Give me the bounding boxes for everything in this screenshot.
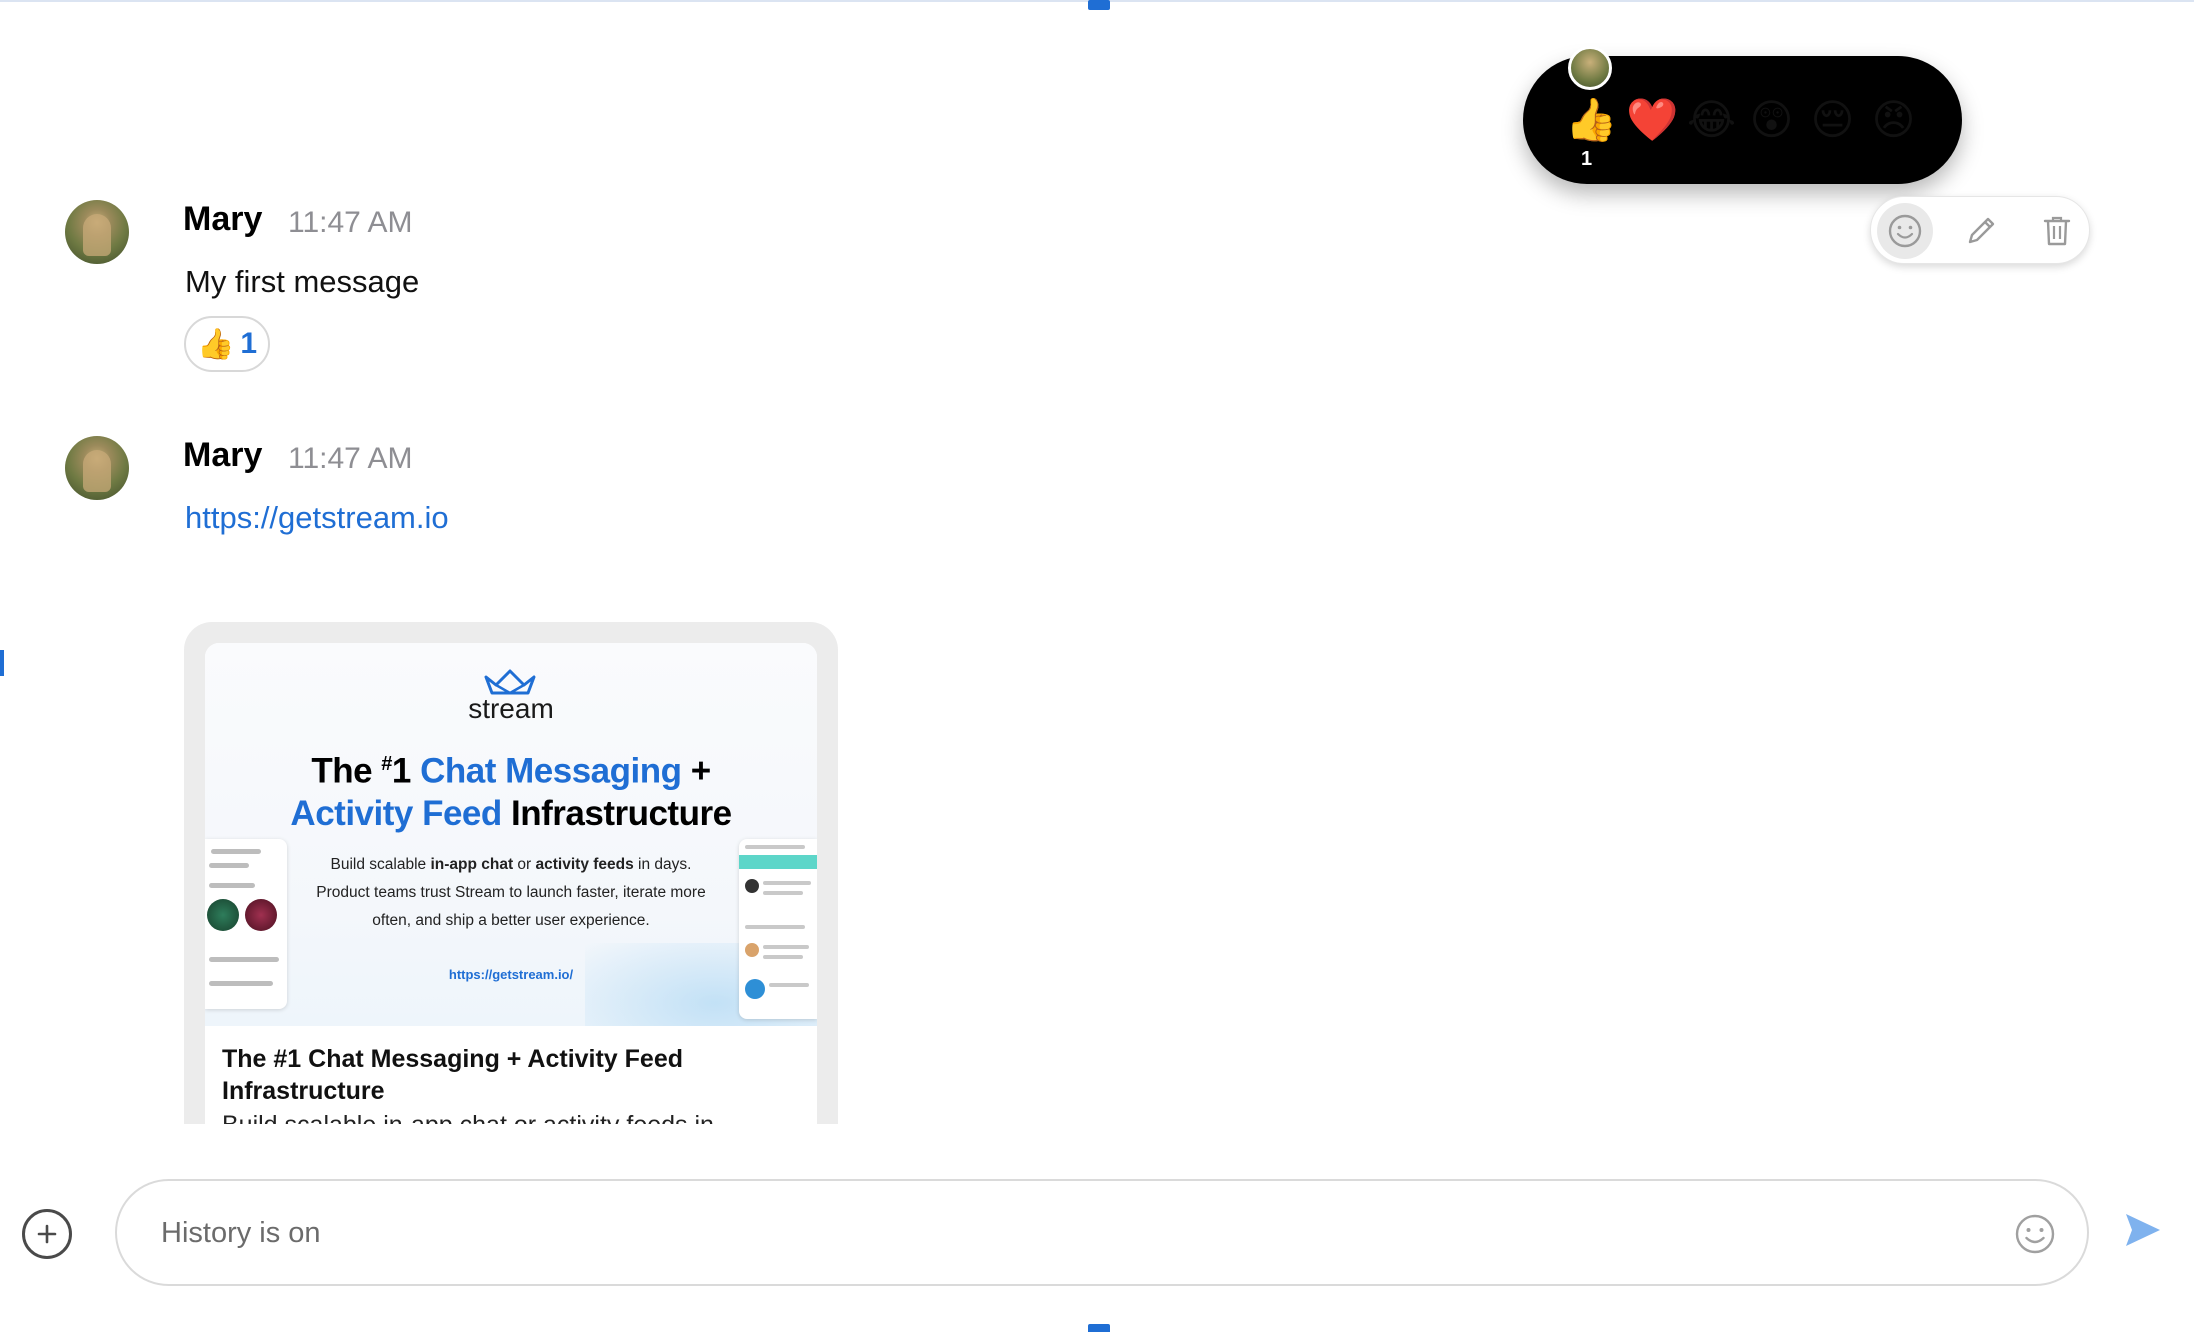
heart-icon[interactable]: ❤️ <box>1626 96 1678 143</box>
edit-icon <box>1968 217 1995 244</box>
message-author: Mary <box>183 200 263 238</box>
message-actions-toolbar <box>1870 196 2090 264</box>
delete-icon <box>2043 216 2071 246</box>
link-preview-title[interactable]: The #1 Chat Messaging + Activity Feed In… <box>222 1043 782 1107</box>
message-text: My first message <box>185 264 420 299</box>
angry-icon[interactable]: 😠 <box>1870 96 1917 143</box>
link-preview-image[interactable]: stream The #1 Chat Messaging + Activity … <box>205 643 817 1026</box>
sad-icon[interactable]: 😔 <box>1809 96 1856 143</box>
reaction-options: 👍 ❤️ 😂 😲 😔 😠 <box>1565 96 1917 143</box>
preview-image-url: https://getstream.io/ <box>448 967 574 982</box>
add-reaction-button[interactable] <box>1877 203 1933 259</box>
preview-subcopy: Build scalable in-app chat or activity f… <box>316 856 706 929</box>
brand-name: stream <box>468 693 554 724</box>
emoji-picker-icon[interactable] <box>2013 1212 2057 1256</box>
edit-message-button[interactable] <box>1953 203 2009 259</box>
message-link[interactable]: https://getstream.io <box>185 500 449 536</box>
reactor-avatar <box>1568 46 1612 90</box>
message-input[interactable] <box>161 1207 1961 1259</box>
send-icon[interactable] <box>2122 1210 2162 1250</box>
preview-headline: The #1 Chat Messaging + Activity Feed In… <box>290 751 732 833</box>
link-preview-card[interactable]: stream The #1 Chat Messaging + Activity … <box>184 622 838 1124</box>
avatar[interactable] <box>65 200 129 264</box>
laughing-icon[interactable]: 😂 <box>1687 96 1736 143</box>
message-composer <box>115 1179 2089 1286</box>
thumbs-up-icon[interactable]: 👍 <box>1565 96 1617 143</box>
resize-handle-bottom[interactable] <box>1088 1324 1110 1332</box>
message-author: Mary <box>183 436 263 474</box>
delete-message-button[interactable] <box>2029 203 2085 259</box>
link-preview-description: Build scalable in-app chat or activity f… <box>222 1109 802 1124</box>
reaction-selector: 👍 ❤️ 😂 😲 😔 😠 1 <box>1523 46 1962 184</box>
avatar[interactable] <box>65 436 129 500</box>
mock-reactions-panel <box>205 839 287 1009</box>
emoji-icon <box>1888 214 1922 248</box>
link-preview-inner: stream The #1 Chat Messaging + Activity … <box>205 643 817 1124</box>
message-timestamp: 11:47 AM <box>288 206 413 239</box>
message-timestamp: 11:47 AM <box>288 442 413 475</box>
attach-button[interactable] <box>22 1209 72 1259</box>
thumbs-up-icon: 👍 <box>196 327 235 361</box>
surprised-icon[interactable]: 😲 <box>1748 96 1795 143</box>
thumbs-up-count: 1 <box>1581 148 1593 170</box>
mock-activity-panel <box>739 839 817 1019</box>
plus-icon <box>37 1224 57 1244</box>
reaction-badge[interactable]: 👍 1 <box>184 316 270 372</box>
reaction-count: 1 <box>240 327 258 360</box>
